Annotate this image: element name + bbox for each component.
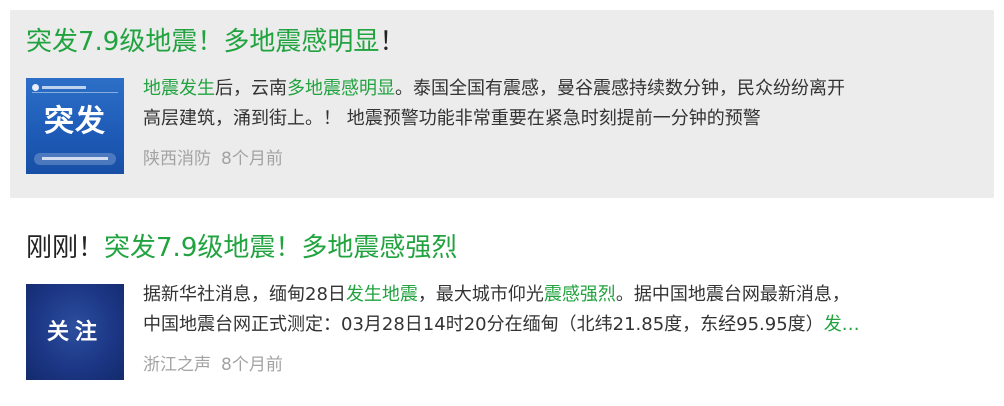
news-meta: 浙江之声 8个月前 — [143, 352, 283, 378]
snippet-text: 中国地震台网正式测定：03月28日14时20分在缅甸（北纬21.85度，东经95… — [143, 314, 824, 335]
title-suffix: ！ — [379, 27, 406, 57]
snippet-text: 后，云南 — [215, 78, 287, 99]
news-snippet: 据新华社消息，缅甸28日发生地震，最大城市仰光震感强烈。据中国地震台网最新消息，… — [143, 280, 979, 340]
news-time: 8个月前 — [221, 149, 283, 169]
snippet-text: 高层建筑，涌到街上。！ 地震预警功能非常重要在紧急时刻提前一分钟的预警 — [143, 108, 761, 129]
title-highlight: 突发7.9级地震！多地震感强烈 — [104, 233, 458, 263]
snippet-text: 。据中国地震台网最新消息， — [615, 284, 850, 305]
thumbnail-banner — [34, 153, 116, 165]
news-title[interactable]: 刚刚！突发7.9级地震！多地震感强烈 — [26, 230, 457, 266]
logo-icon — [32, 84, 39, 91]
snippet-highlight: 多地震感明显 — [287, 78, 395, 99]
snippet-highlight: 发… — [823, 314, 860, 335]
snippet-highlight: 地震发生 — [143, 78, 215, 99]
news-feed: 突发7.9级地震！多地震感明显！ 突发 地震发生后，云南多地震感明显。泰国全国有… — [0, 0, 1004, 406]
snippet-text: 据新华社消息，缅甸28日 — [143, 284, 346, 305]
news-time: 8个月前 — [221, 355, 283, 375]
news-source[interactable]: 陕西消防 — [143, 149, 211, 169]
thumbnail-text: 关注 — [46, 319, 103, 345]
snippet-text: 。泰国全国有震感，曼谷震感持续数分钟，民众纷纷离开 — [395, 78, 845, 99]
snippet-text: ，最大城市仰光 — [417, 284, 544, 305]
title-highlight: 突发7.9级地震！多地震感明显 — [26, 27, 380, 57]
thumbnail-header — [32, 84, 118, 93]
news-thumbnail[interactable]: 突发 — [26, 78, 124, 174]
news-card[interactable]: 刚刚！突发7.9级地震！多地震感强烈 关注 据新华社消息，缅甸28日发生地震，最… — [10, 210, 994, 398]
news-title[interactable]: 突发7.9级地震！多地震感明显！ — [26, 24, 405, 60]
snippet-highlight: 发生地震 — [345, 284, 418, 305]
news-source[interactable]: 浙江之声 — [143, 355, 211, 375]
news-card[interactable]: 突发7.9级地震！多地震感明显！ 突发 地震发生后，云南多地震感明显。泰国全国有… — [10, 10, 994, 198]
thumbnail-text: 突发 — [44, 104, 106, 139]
news-snippet: 地震发生后，云南多地震感明显。泰国全国有震感，曼谷震感持续数分钟，民众纷纷离开 … — [143, 74, 979, 134]
news-meta: 陕西消防 8个月前 — [143, 146, 283, 172]
snippet-highlight: 震感强烈 — [543, 284, 616, 305]
title-prefix: 刚刚！ — [26, 233, 105, 263]
news-thumbnail[interactable]: 关注 — [26, 284, 124, 380]
